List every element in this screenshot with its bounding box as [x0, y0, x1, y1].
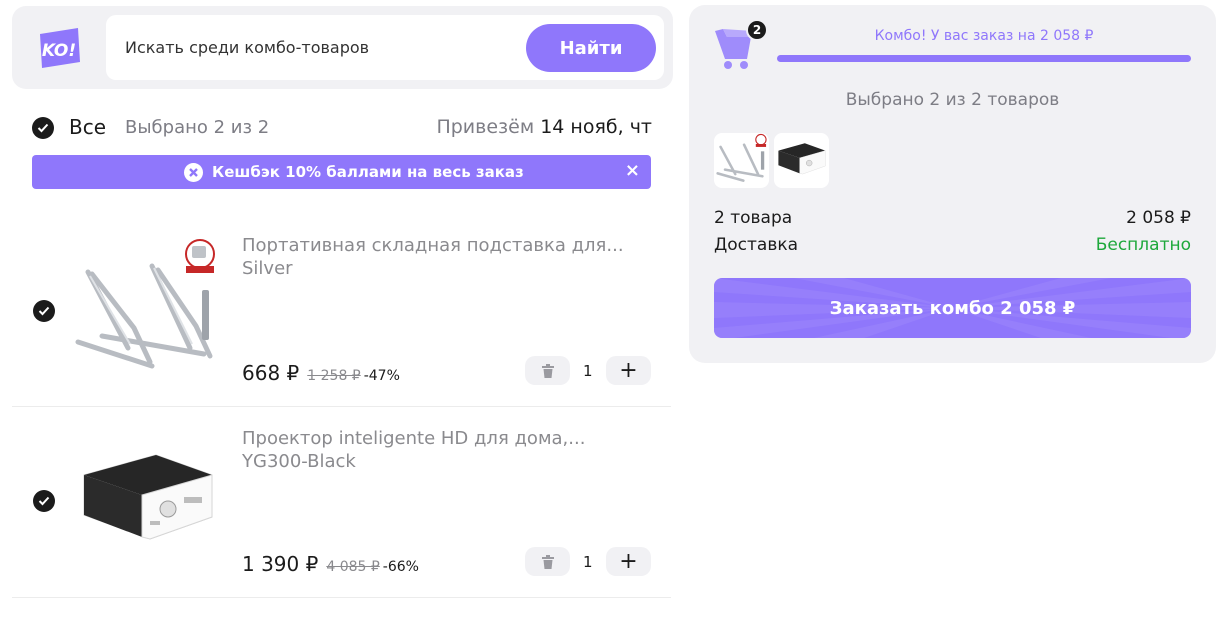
close-icon[interactable]: × [625, 161, 640, 181]
price-row: 1 390 ₽ 4 085 ₽ -66% [242, 552, 419, 576]
select-all-label[interactable]: Все [69, 115, 106, 139]
trash-icon [541, 554, 554, 569]
summary-selected-count: Выбрано 2 из 2 товаров [845, 90, 1060, 110]
delivery-prefix: Привезём [436, 116, 535, 138]
quantity-value: 1 [583, 553, 593, 571]
product-price: 1 390 ₽ [242, 552, 319, 576]
delete-button[interactable] [525, 547, 570, 576]
product-title-text[interactable]: Портативная складная подставка для... [242, 234, 624, 257]
product-old-price: 4 085 ₽ [326, 559, 380, 575]
delivery-date-value: 14 нояб, чт [540, 116, 652, 138]
product-discount: -47% [363, 368, 400, 384]
cashback-banner: Кешбэк 10% баллами на весь заказ × [32, 155, 651, 189]
select-all-checkbox[interactable] [32, 117, 54, 139]
price-row: 668 ₽ 1 258 ₽ -47% [242, 361, 400, 385]
cashback-icon [184, 163, 203, 182]
quantity-value: 1 [583, 362, 593, 380]
product-title[interactable]: Проектор inteligente HD для дома,... YG3… [242, 427, 585, 473]
product-price: 668 ₽ [242, 361, 300, 385]
product-checkbox[interactable] [33, 490, 55, 512]
items-value: 2 058 ₽ [1126, 208, 1191, 228]
laptop-stand-image[interactable] [72, 236, 222, 386]
product-title[interactable]: Портативная складная подставка для... Si… [242, 234, 624, 280]
product-title-text[interactable]: Проектор inteligente HD для дома,... [242, 427, 585, 450]
projector-thumb [778, 143, 826, 175]
order-button-label[interactable]: Заказать комбо 2 058 ₽ [830, 298, 1076, 319]
items-total-row: 2 товара 2 058 ₽ [714, 208, 1191, 228]
plus-icon[interactable]: + [606, 356, 651, 385]
search-box: Найти [106, 15, 664, 80]
delivery-label: Доставка [714, 235, 799, 255]
select-all-row: Все Выбрано 2 из 2 Привезём 14 нояб, чт [32, 113, 652, 143]
check-icon [38, 306, 50, 316]
order-summary: 2 Комбо! У вас заказ на 2 058 ₽ Выбрано … [689, 5, 1216, 363]
logo-text: KO! [42, 41, 76, 61]
delete-button[interactable] [525, 356, 570, 385]
laptop-stand-thumb [716, 133, 767, 182]
combo-progress-bar [777, 55, 1191, 62]
delivery-value: Бесплатно [1095, 235, 1191, 255]
check-icon [37, 123, 49, 133]
order-combo-button[interactable]: Заказать комбо 2 058 ₽ [714, 278, 1191, 338]
product-checkbox[interactable] [33, 300, 55, 322]
combo-text: Комбо! У вас заказ на 2 058 ₽ [874, 28, 1094, 44]
selected-count: Выбрано 2 из 2 [125, 117, 270, 138]
ko-logo[interactable]: KO! [38, 26, 82, 70]
cashback-text: Кешбэк 10% баллами на весь заказ [212, 163, 524, 181]
product-variant: YG300-Black [242, 451, 356, 472]
check-icon [38, 496, 50, 506]
plus-icon[interactable]: + [606, 547, 651, 576]
delivery-date: Привезём 14 нояб, чт [436, 116, 652, 138]
search-button[interactable]: Найти [526, 24, 656, 72]
product-row: Проектор inteligente HD для дома,... YG3… [12, 407, 671, 598]
product-old-price: 1 258 ₽ [307, 368, 361, 384]
product-row: Портативная складная подставка для... Si… [12, 196, 671, 407]
thumbnail-laptop-stand[interactable] [714, 133, 769, 188]
projector-image[interactable] [72, 427, 222, 577]
search-input[interactable] [125, 15, 505, 80]
cart-count-badge: 2 [746, 19, 768, 41]
delivery-row: Доставка Бесплатно [714, 235, 1191, 255]
product-discount: -66% [382, 559, 419, 575]
product-variant: Silver [242, 258, 293, 279]
search-bar: KO! Найти [12, 6, 673, 89]
trash-icon [541, 363, 554, 378]
thumbnail-projector[interactable] [774, 133, 829, 188]
items-label: 2 товара [714, 208, 793, 228]
